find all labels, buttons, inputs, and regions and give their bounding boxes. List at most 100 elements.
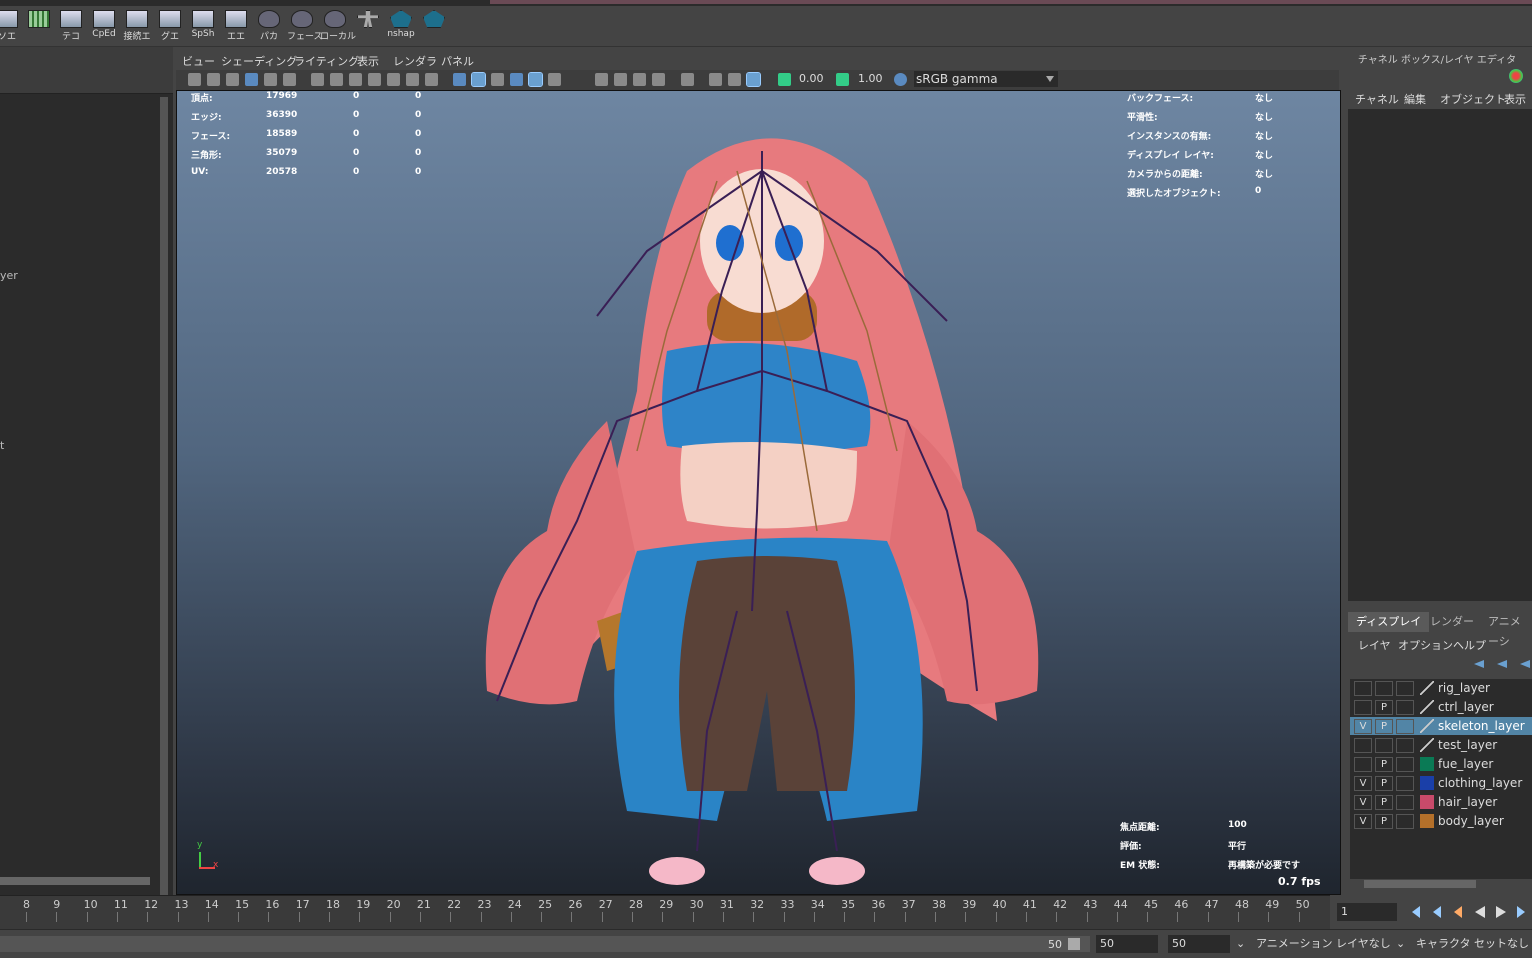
layer-row[interactable]: test_layer: [1350, 736, 1532, 754]
tab-display[interactable]: ディスプレイ: [1348, 612, 1430, 632]
grease-pencil-icon[interactable]: [283, 73, 296, 86]
layer-color-swatch[interactable]: [1420, 795, 1434, 809]
shelf-button-spsh[interactable]: SpSh: [188, 10, 218, 44]
step-forward-icon[interactable]: [1517, 906, 1525, 918]
layer-list-scrollbar[interactable]: [1364, 880, 1476, 888]
viewport-3d[interactable]: 頂点: 17969 0 0 エッジ: 36390 0 0 フェース: 18589 0 0 三角形:…: [176, 90, 1341, 895]
menu-panels[interactable]: パネル: [441, 53, 474, 69]
layer-row[interactable]: Pfue_layer: [1350, 755, 1532, 773]
layer-row[interactable]: V Pbody_layer: [1350, 812, 1532, 830]
range-handle[interactable]: [1068, 938, 1080, 950]
gamma-value[interactable]: 1.00: [858, 72, 883, 87]
layer-playback-toggle[interactable]: [1375, 738, 1393, 753]
channel-menu[interactable]: チャネル: [1355, 91, 1399, 107]
show-menu[interactable]: 表示: [1504, 91, 1526, 107]
playback-end-field[interactable]: 50: [1096, 935, 1158, 953]
layer-type-toggle[interactable]: [1396, 719, 1414, 734]
image-plane-icon[interactable]: [245, 73, 258, 86]
camera-attributes-icon[interactable]: [207, 73, 220, 86]
move-layer-up-icon[interactable]: [1474, 660, 1484, 668]
step-back-key-icon[interactable]: [1433, 906, 1441, 918]
time-slider[interactable]: 8 9 10 11 12 13 14 15 16 17 18 19 20 21 22 23 24 25 26 27 28…: [0, 895, 1330, 930]
exposure-icon[interactable]: [778, 73, 791, 86]
layer-color-swatch[interactable]: [1420, 681, 1434, 695]
gate-mask-icon[interactable]: [368, 73, 381, 86]
layer-color-swatch[interactable]: [1420, 700, 1434, 714]
shelf-button-teko[interactable]: テコ: [56, 10, 86, 44]
edit-menu[interactable]: 編集: [1404, 91, 1426, 107]
pan-zoom-icon[interactable]: [264, 73, 277, 86]
smooth-shade-icon[interactable]: [471, 72, 486, 87]
layer-color-swatch[interactable]: [1420, 814, 1434, 828]
tab-animation[interactable]: アニメーシ: [1480, 612, 1532, 648]
menu-shading[interactable]: シェーディング: [221, 53, 297, 69]
layer-type-toggle[interactable]: [1396, 700, 1414, 715]
layer-playback-toggle[interactable]: P: [1375, 795, 1393, 810]
object-menu[interactable]: オブジェクト: [1440, 91, 1506, 107]
shelf-button-grid[interactable]: [24, 10, 54, 44]
shelf-button-cped[interactable]: CpEd: [89, 10, 119, 44]
layer-visibility-toggle[interactable]: [1354, 681, 1372, 696]
step-back-frame-icon[interactable]: [1454, 906, 1462, 918]
menu-lighting[interactable]: ライティング: [294, 53, 359, 69]
default-material-icon[interactable]: [491, 73, 504, 86]
outliner-vertical-scrollbar[interactable]: [160, 97, 168, 917]
layer-playback-toggle[interactable]: P: [1375, 719, 1393, 734]
layer-playback-toggle[interactable]: P: [1375, 700, 1393, 715]
ambient-occlusion-icon[interactable]: [614, 73, 627, 86]
layer-color-swatch[interactable]: [1420, 719, 1434, 733]
menu-view[interactable]: ビュー: [182, 53, 215, 69]
layer-row[interactable]: rig_layer: [1350, 679, 1532, 697]
layer-visibility-toggle[interactable]: V: [1354, 795, 1372, 810]
wireframe-icon[interactable]: [453, 73, 466, 86]
shelf-button-face[interactable]: フェース: [287, 10, 323, 44]
options-menu[interactable]: オプション: [1398, 637, 1453, 653]
new-layer-icon[interactable]: [1520, 660, 1530, 668]
layer-type-toggle[interactable]: [1396, 795, 1414, 810]
shelf-button-local[interactable]: ローカル: [320, 10, 356, 44]
animation-layer-dropdown[interactable]: アニメーション レイヤなし: [1256, 935, 1391, 953]
xray-joints-icon[interactable]: [746, 72, 761, 87]
layer-color-swatch[interactable]: [1420, 776, 1434, 790]
shadows-icon[interactable]: [595, 73, 608, 86]
layer-menu[interactable]: レイヤ: [1358, 637, 1391, 653]
layer-row[interactable]: V Pskeleton_layer: [1350, 717, 1532, 735]
layer-row[interactable]: Pctrl_layer: [1350, 698, 1532, 716]
shelf-button-paka[interactable]: パカ: [254, 10, 284, 44]
layer-row[interactable]: V Phair_layer: [1350, 793, 1532, 811]
textured-icon[interactable]: [528, 72, 543, 87]
xray-active-icon[interactable]: [728, 73, 741, 86]
layer-row[interactable]: V Pclothing_layer: [1350, 774, 1532, 792]
outliner-horizontal-scrollbar[interactable]: [0, 877, 150, 885]
shelf-button-humanik[interactable]: [353, 10, 383, 44]
play-forward-icon[interactable]: [1496, 906, 1506, 918]
color-management-icon[interactable]: [894, 73, 907, 86]
layer-color-swatch[interactable]: [1420, 757, 1434, 771]
help-menu[interactable]: ヘルプ: [1453, 637, 1486, 653]
grid-icon[interactable]: [311, 73, 324, 86]
film-gate-icon[interactable]: [330, 73, 343, 86]
layer-type-toggle[interactable]: [1396, 814, 1414, 829]
isolate-select-icon[interactable]: [681, 73, 694, 86]
wireframe-on-shaded-icon[interactable]: [510, 73, 523, 86]
layer-playback-toggle[interactable]: P: [1375, 757, 1393, 772]
menu-renderer[interactable]: レンダラ: [393, 53, 437, 69]
layer-visibility-toggle[interactable]: [1354, 757, 1372, 772]
anti-aliasing-icon[interactable]: [652, 73, 665, 86]
exposure-value[interactable]: 0.00: [799, 72, 824, 87]
tab-render[interactable]: レンダー: [1422, 612, 1482, 632]
shelf-button-soe[interactable]: ソエ: [0, 10, 22, 44]
layer-playback-toggle[interactable]: [1375, 681, 1393, 696]
layer-visibility-toggle[interactable]: [1354, 738, 1372, 753]
shelf-button-ee[interactable]: エエ: [221, 10, 251, 44]
resolution-gate-icon[interactable]: [349, 73, 362, 86]
motion-blur-icon[interactable]: [633, 73, 646, 86]
play-backward-icon[interactable]: [1475, 906, 1485, 918]
chevron-down-icon[interactable]: ⌄: [1396, 935, 1405, 953]
go-to-start-icon[interactable]: [1412, 906, 1420, 918]
layer-visibility-toggle[interactable]: [1354, 700, 1372, 715]
current-frame-field[interactable]: 1: [1337, 903, 1397, 921]
move-layer-down-icon[interactable]: [1497, 660, 1507, 668]
layer-type-toggle[interactable]: [1396, 776, 1414, 791]
safe-action-icon[interactable]: [406, 73, 419, 86]
